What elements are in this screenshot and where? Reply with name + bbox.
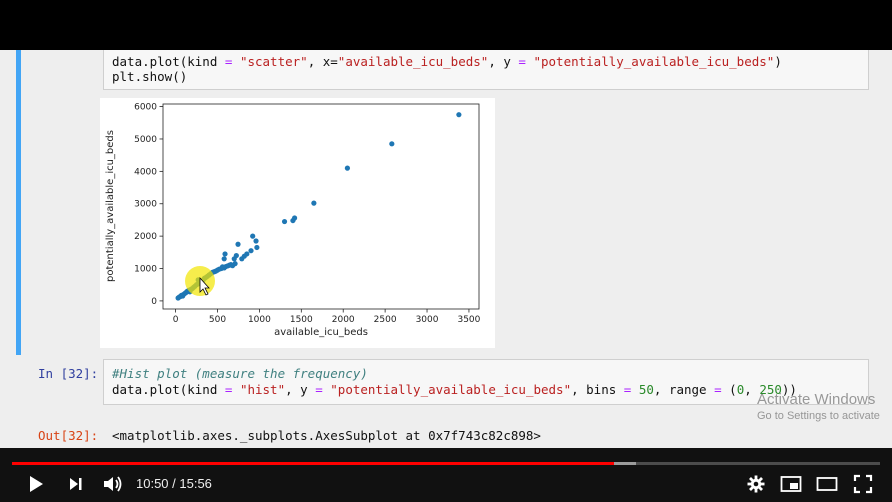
video-frame-notebook: data.plot(kind = "scatter", x="available…: [0, 50, 892, 448]
y-axis-label: potentially_available_icu_beds: [105, 130, 116, 282]
y-tick-label: 0: [151, 297, 157, 307]
scatter-point: [311, 200, 317, 206]
skip-next-icon: [70, 478, 82, 490]
activate-windows-watermark: Activate Windows: [757, 391, 876, 408]
miniplayer-button[interactable]: [779, 472, 803, 496]
y-tick-label: 5000: [134, 135, 157, 145]
volume-icon: [104, 476, 122, 492]
x-tick-label: 0: [173, 315, 179, 325]
y-tick-label: 2000: [134, 232, 157, 242]
scatter-point: [291, 215, 298, 221]
code-cell-scatter[interactable]: data.plot(kind = "scatter", x="available…: [103, 50, 869, 90]
y-tick-label: 6000: [134, 103, 157, 113]
y-tick-label: 4000: [134, 167, 157, 177]
cell-output-prompt: Out[32]:: [38, 428, 99, 443]
activate-windows-subtext: Go to Settings to activate: [757, 410, 880, 422]
cell-input-prompt: In [32]:: [38, 366, 99, 381]
x-tick-label: 500: [209, 315, 226, 325]
x-tick-label: 2000: [332, 315, 355, 325]
code-line-2: plt.show(): [112, 69, 188, 84]
volume-button[interactable]: [100, 472, 126, 496]
scatter-point: [344, 165, 351, 171]
video-player-controls: 10:50 / 15:56: [0, 448, 892, 502]
scatter-point: [281, 218, 288, 225]
fullscreen-button[interactable]: [851, 472, 875, 496]
next-button[interactable]: [64, 472, 88, 496]
play-button[interactable]: [24, 472, 48, 496]
scatter-point: [222, 251, 228, 257]
y-tick-label: 3000: [134, 200, 157, 210]
code-line-1: data.plot(kind = "scatter", x="available…: [112, 54, 782, 69]
code-comment: #Hist plot (measure the frequency): [112, 366, 368, 381]
x-tick-label: 3000: [416, 315, 439, 325]
miniplayer-icon: [780, 476, 802, 492]
play-icon: [30, 476, 43, 492]
scatter-point: [389, 141, 395, 147]
x-tick-label: 1500: [290, 315, 313, 325]
scatter-point: [232, 261, 238, 267]
theater-mode-icon: [816, 477, 838, 491]
x-tick-label: 2500: [374, 315, 397, 325]
gear-icon: [747, 475, 765, 493]
progress-bar[interactable]: [12, 462, 880, 465]
selected-cell-indicator: [16, 50, 21, 355]
settings-button[interactable]: [744, 472, 768, 496]
scatter-point: [235, 241, 241, 247]
video-top-black-bar: [0, 0, 892, 50]
cell-output-text: <matplotlib.axes._subplots.AxesSubplot a…: [112, 428, 541, 443]
x-axis-label: available_icu_beds: [274, 327, 368, 338]
code-cell-hist[interactable]: #Hist plot (measure the frequency) data.…: [103, 359, 869, 405]
code-line-hist: data.plot(kind = "hist", y = "potentiall…: [112, 382, 797, 397]
scatter-point: [248, 248, 254, 254]
scatter-point: [233, 252, 239, 259]
scatter-point: [253, 238, 259, 244]
scatter-point: [244, 251, 250, 257]
time-display: 10:50 / 15:56: [136, 476, 212, 491]
y-tick-label: 1000: [134, 265, 157, 275]
scatter-chart: 0 500 1000 1500 2000 2500 3000 3500 0 1000 2000 300…: [105, 103, 481, 338]
scatter-plot-output: 0 500 1000 1500 2000 2500 3000 3500 0 1000 2000 300…: [100, 98, 495, 348]
scatter-point: [254, 244, 260, 251]
x-tick-label: 3500: [457, 315, 480, 325]
scatter-point: [250, 233, 256, 239]
theater-mode-button[interactable]: [815, 472, 839, 496]
progress-played: [12, 462, 615, 465]
scatter-point: [221, 256, 227, 262]
fullscreen-icon: [853, 474, 873, 494]
scatter-point: [456, 112, 462, 118]
x-tick-label: 1000: [248, 315, 271, 325]
